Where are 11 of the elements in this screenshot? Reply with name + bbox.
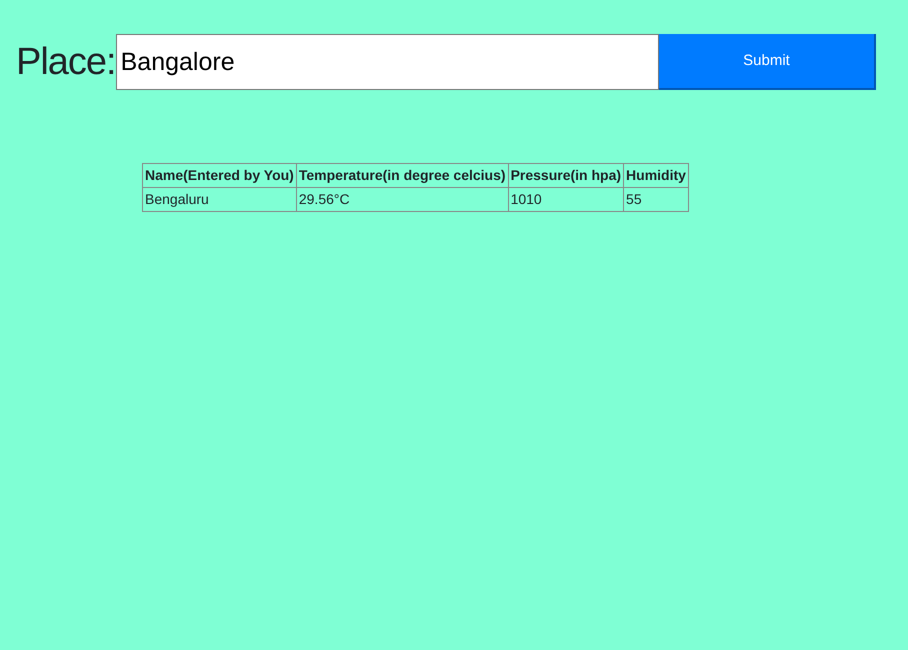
table-cell: Bengaluru xyxy=(142,188,296,212)
column-header: Humidity xyxy=(624,164,688,188)
place-field[interactable]: Bangalore xyxy=(116,34,659,90)
place-label: Place: xyxy=(16,43,116,81)
table-cell: 1010 xyxy=(508,188,624,212)
column-header: Pressure(in hpa) xyxy=(508,164,624,188)
submit-button[interactable]: Submit xyxy=(659,34,876,90)
table-cell: 55 xyxy=(624,188,688,212)
column-header: Name(Entered by You) xyxy=(142,164,296,188)
column-header: Temperature(in degree celcius) xyxy=(296,164,508,188)
table-cell: 29.56°C xyxy=(296,188,508,212)
